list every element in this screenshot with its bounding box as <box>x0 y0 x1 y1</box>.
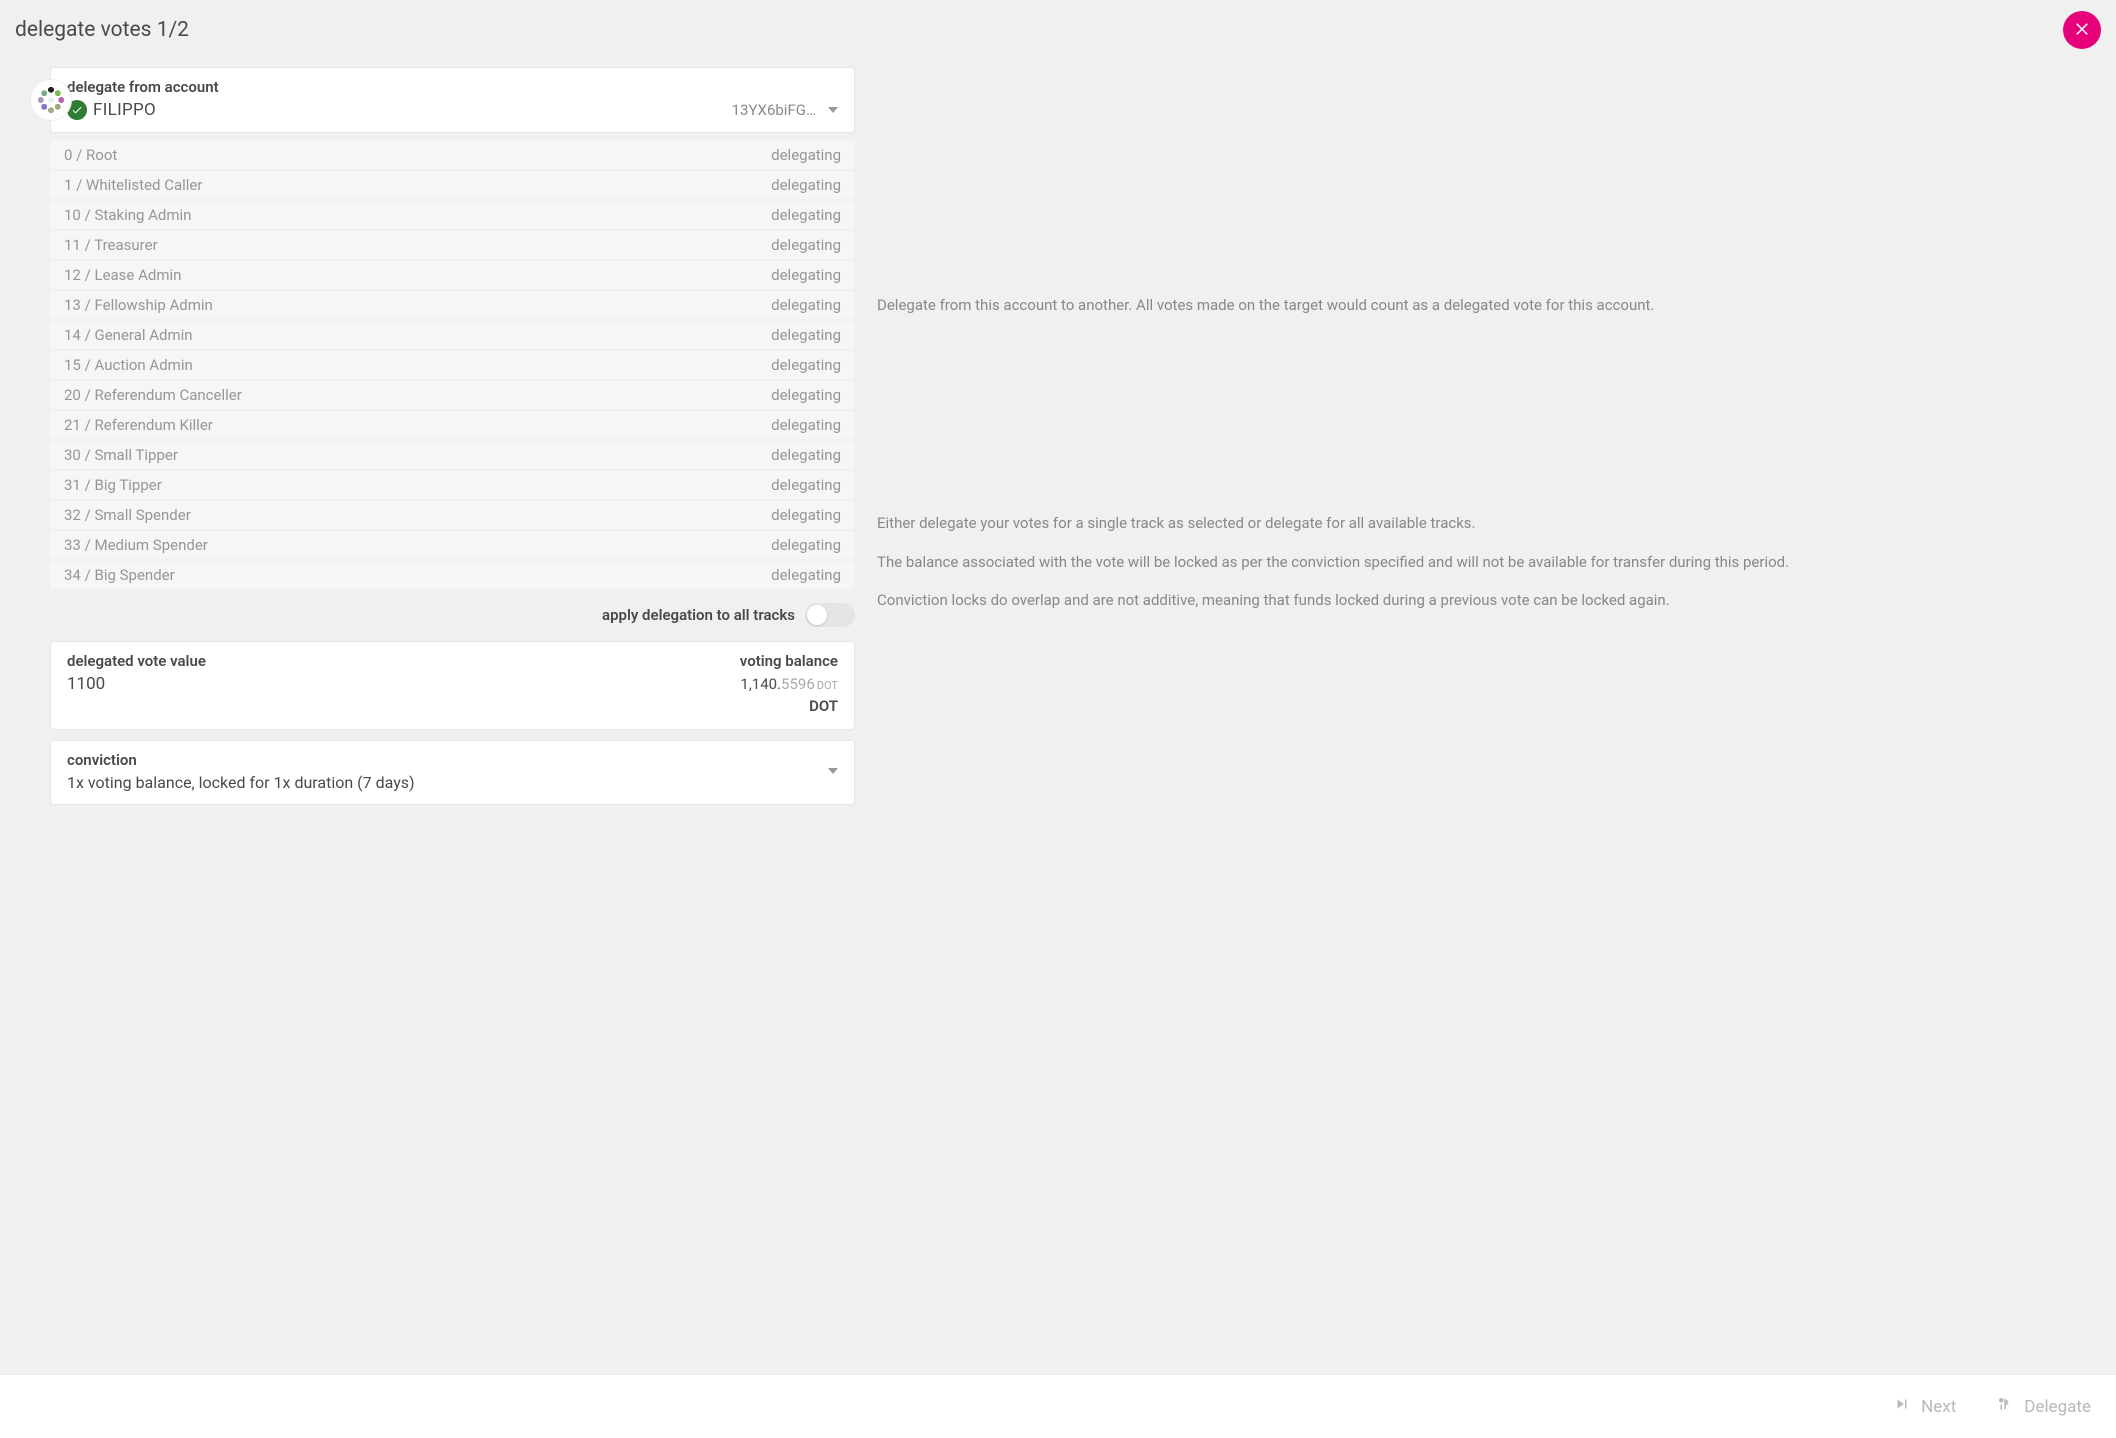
help-balance-lock: The balance associated with the vote wil… <box>877 552 2096 572</box>
track-status: delegating <box>771 236 841 254</box>
track-row[interactable]: 1 / Whitelisted Caller delegating <box>50 171 855 199</box>
help-delegate-from: Delegate from this account to another. A… <box>877 295 2096 315</box>
vote-value-label: delegated vote value <box>67 652 740 670</box>
track-status: delegating <box>771 506 841 524</box>
track-label: 33 / Medium Spender <box>64 536 208 554</box>
track-label: 30 / Small Tipper <box>64 446 178 464</box>
next-label: Next <box>1921 1397 1956 1417</box>
track-label: 13 / Fellowship Admin <box>64 296 213 314</box>
track-status: delegating <box>771 356 841 374</box>
track-row[interactable]: 11 / Treasurer delegating <box>50 231 855 259</box>
track-row[interactable]: 33 / Medium Spender delegating <box>50 531 855 559</box>
chevron-down-icon <box>828 768 838 774</box>
delegate-from-account-card[interactable]: delegate from account FILIPPO 13YX6biFG… <box>50 67 855 133</box>
conviction-value: 1x voting balance, locked for 1x duratio… <box>67 773 828 792</box>
track-row[interactable]: 30 / Small Tipper delegating <box>50 441 855 469</box>
account-label: delegate from account <box>67 78 838 96</box>
delegate-label: Delegate <box>2024 1397 2091 1417</box>
next-icon <box>1893 1395 1911 1418</box>
track-label: 20 / Referendum Canceller <box>64 386 242 404</box>
track-label: 0 / Root <box>64 146 117 164</box>
track-status: delegating <box>771 176 841 194</box>
track-status: delegating <box>771 206 841 224</box>
track-status: delegating <box>771 146 841 164</box>
help-tracks: Either delegate your votes for a single … <box>877 513 2096 533</box>
track-row[interactable]: 13 / Fellowship Admin delegating <box>50 291 855 319</box>
account-name: FILIPPO <box>93 100 156 120</box>
delegate-button[interactable]: Delegate <box>1996 1395 2091 1418</box>
track-status: delegating <box>771 446 841 464</box>
help-conviction-overlap: Conviction locks do overlap and are not … <box>877 590 2096 610</box>
track-label: 32 / Small Spender <box>64 506 191 524</box>
track-label: 15 / Auction Admin <box>64 356 193 374</box>
track-label: 31 / Big Tipper <box>64 476 162 494</box>
track-status: delegating <box>771 266 841 284</box>
track-label: 14 / General Admin <box>64 326 193 344</box>
track-row[interactable]: 12 / Lease Admin delegating <box>50 261 855 289</box>
avatar <box>30 79 72 121</box>
track-row[interactable]: 10 / Staking Admin delegating <box>50 201 855 229</box>
track-status: delegating <box>771 386 841 404</box>
track-row[interactable]: 20 / Referendum Canceller delegating <box>50 381 855 409</box>
conviction-card[interactable]: conviction 1x voting balance, locked for… <box>50 740 855 805</box>
track-status: delegating <box>771 476 841 494</box>
track-row[interactable]: 14 / General Admin delegating <box>50 321 855 349</box>
close-button[interactable] <box>2063 11 2101 49</box>
track-status: delegating <box>771 566 841 584</box>
close-icon <box>2073 19 2091 42</box>
conviction-label: conviction <box>67 751 828 769</box>
track-label: 12 / Lease Admin <box>64 266 181 284</box>
track-row[interactable]: 32 / Small Spender delegating <box>50 501 855 529</box>
track-status: delegating <box>771 296 841 314</box>
track-row[interactable]: 31 / Big Tipper delegating <box>50 471 855 499</box>
voting-balance-value: 1,140.5596DOT DOT <box>740 674 838 717</box>
track-row[interactable]: 34 / Big Spender delegating <box>50 561 855 589</box>
voting-balance-label: voting balance <box>740 652 838 670</box>
vote-value-input[interactable]: 1100 <box>67 674 740 694</box>
track-status: delegating <box>771 326 841 344</box>
apply-all-label: apply delegation to all tracks <box>602 606 795 624</box>
track-row[interactable]: 15 / Auction Admin delegating <box>50 351 855 379</box>
modal-title: delegate votes 1/2 <box>15 18 189 42</box>
delegate-icon <box>1996 1395 2014 1418</box>
apply-all-toggle[interactable] <box>805 603 855 627</box>
track-status: delegating <box>771 536 841 554</box>
track-row[interactable]: 0 / Root delegating <box>50 141 855 169</box>
account-address: 13YX6biFG… <box>732 101 816 119</box>
track-label: 1 / Whitelisted Caller <box>64 176 202 194</box>
track-label: 11 / Treasurer <box>64 236 158 254</box>
track-row[interactable]: 21 / Referendum Killer delegating <box>50 411 855 439</box>
track-status: delegating <box>771 416 841 434</box>
delegated-vote-value-card[interactable]: delegated vote value 1100 voting balance… <box>50 641 855 730</box>
track-label: 21 / Referendum Killer <box>64 416 213 434</box>
track-list: 0 / Rootdelegating1 / Whitelisted Caller… <box>50 141 855 589</box>
track-label: 10 / Staking Admin <box>64 206 191 224</box>
identicon-icon <box>34 83 68 117</box>
next-button[interactable]: Next <box>1893 1395 1956 1418</box>
chevron-down-icon <box>828 107 838 113</box>
track-label: 34 / Big Spender <box>64 566 175 584</box>
